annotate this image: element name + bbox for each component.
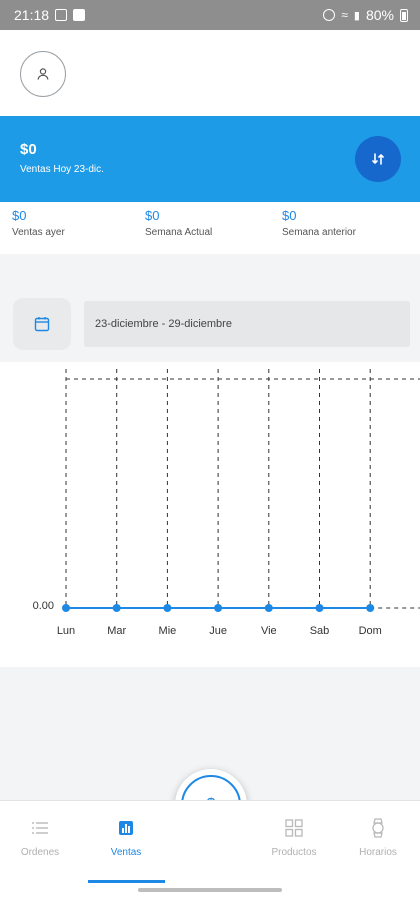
today-sales-label: Ventas Hoy 23-dic. [20, 164, 104, 175]
signal-icon: ▮ [353, 9, 360, 22]
grid-icon [285, 819, 303, 837]
nav-ventas[interactable]: Ventas [86, 817, 166, 858]
x-tick-label: Lun [57, 625, 75, 637]
stat-yesterday: $0 Ventas ayer [12, 208, 65, 238]
data-point [214, 604, 223, 612]
watch-icon [372, 818, 384, 838]
data-point [62, 604, 70, 612]
active-tab-indicator [88, 880, 165, 883]
y-tick-label: 0.00 [33, 600, 54, 612]
home-indicator [138, 888, 282, 892]
battery-icon [400, 8, 408, 22]
x-tick-label: Sab [310, 625, 330, 637]
x-tick-label: Dom [359, 625, 382, 637]
x-tick-label: Jue [209, 625, 227, 637]
x-tick-label: Mar [107, 625, 126, 637]
top-bar [0, 30, 420, 116]
stat-value: $0 [145, 208, 160, 223]
list-icon [32, 822, 48, 834]
stat-current-week: $0 Semana Actual [145, 208, 212, 238]
calendar-button[interactable] [13, 298, 71, 350]
stat-value: $0 [12, 208, 27, 223]
sales-line-chart: 0.00 Lun Mar Mie Jue Vie Sab Dom [33, 369, 420, 637]
date-selector: 23-diciembre - 29-diciembre [0, 298, 420, 350]
wifi-icon: ≈ [341, 8, 348, 22]
battery-percent: 80% [365, 7, 394, 23]
today-sales-banner: $0 Ventas Hoy 23-dic. [0, 116, 420, 202]
date-range-field[interactable]: 23-diciembre - 29-diciembre [84, 301, 410, 347]
notification-icon [73, 9, 86, 21]
profile-button[interactable] [20, 51, 66, 97]
nav-productos[interactable]: Productos [254, 817, 334, 858]
stat-label: Semana anterior [282, 227, 356, 238]
data-point [366, 604, 375, 612]
x-tick-label: Vie [261, 625, 277, 637]
data-point [315, 604, 324, 612]
data-point [163, 604, 172, 612]
nav-label: Ventas [110, 847, 142, 858]
calendar-icon [34, 317, 50, 332]
stat-value: $0 [282, 208, 297, 223]
data-point [112, 604, 121, 612]
nav-label: Ordenes [20, 847, 60, 858]
status-bar: 21:18 ≈ ▮ 80% [0, 0, 420, 30]
sales-chart: 0.00 Lun Mar Mie Jue Vie Sab Dom [0, 362, 420, 667]
sales-stats: $0 Ventas ayer $0 Semana Actual $0 Seman… [0, 202, 420, 254]
data-point [264, 604, 273, 612]
x-tick-label: Mie [159, 625, 177, 637]
gallery-icon [55, 9, 68, 21]
user-icon [37, 68, 49, 80]
status-time: 21:18 [14, 7, 50, 23]
stat-label: Semana Actual [145, 227, 213, 238]
stat-label: Ventas ayer [12, 227, 65, 238]
swap-button[interactable] [355, 136, 401, 182]
bottom-navigation: Ordenes Ventas Productos Horarios [0, 800, 420, 900]
bar-chart-icon [119, 821, 133, 835]
stat-previous-week: $0 Semana anterior [282, 208, 356, 238]
swap-icon [372, 153, 384, 165]
nav-label: Horarios [359, 847, 397, 858]
nav-ordenes[interactable]: Ordenes [0, 817, 80, 858]
alarm-icon [323, 9, 336, 21]
nav-label: Productos [271, 847, 317, 858]
nav-horarios[interactable]: Horarios [338, 817, 418, 858]
today-sales-amount: $0 [20, 141, 37, 158]
